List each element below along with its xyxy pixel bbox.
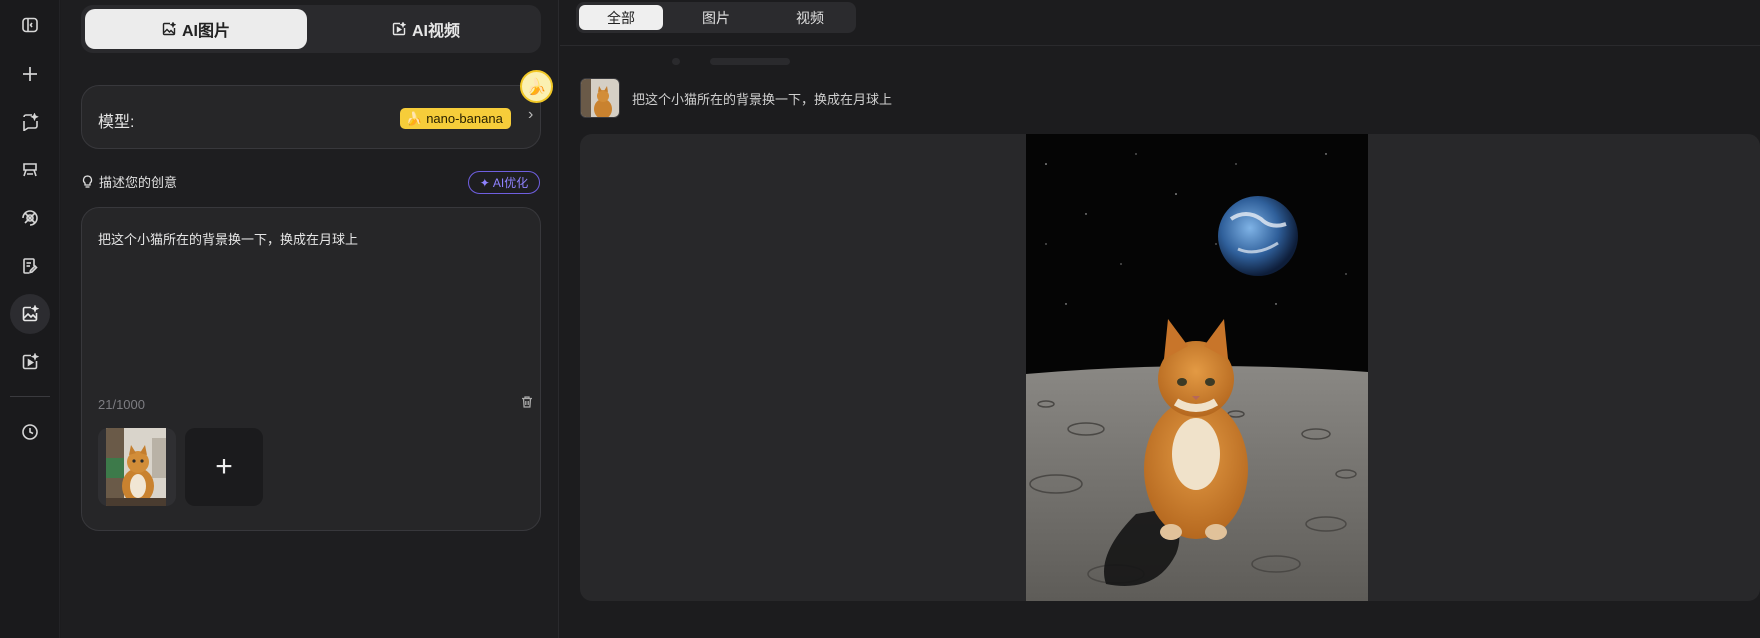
- ai-video-icon[interactable]: [10, 342, 50, 382]
- banana-mascot-icon: 🍌: [520, 70, 553, 103]
- describe-label: 描述您的创意: [81, 172, 177, 191]
- mode-ai-image-label: AI图片: [181, 23, 230, 40]
- ai-edit-icon[interactable]: [10, 246, 50, 286]
- ai-optimize-button[interactable]: ✦ AI优化: [468, 171, 540, 194]
- result-card: [580, 134, 1760, 601]
- plus-icon: +: [215, 450, 233, 483]
- ai-chat-icon[interactable]: [10, 102, 50, 142]
- mode-switch: AI图片 AI视频: [81, 5, 541, 53]
- scrolled-item-edge: [672, 58, 680, 65]
- generation-panel: AI图片 AI视频 模型: 🍌 nano-banana › 🍌 描述您的创意 ✦…: [61, 0, 559, 638]
- generated-image[interactable]: [1026, 134, 1368, 601]
- ai-writing-icon[interactable]: [10, 150, 50, 190]
- char-count: 21/1000: [98, 397, 145, 412]
- ai-optimize-label: AI优化: [492, 176, 529, 190]
- prompt-text[interactable]: 把这个小猫所在的背景换一下，换成在月球上: [98, 229, 358, 248]
- rail-divider: [10, 396, 50, 397]
- collapse-sidebar-icon[interactable]: [10, 5, 50, 45]
- main-area: 全部 图片 视频 把这个小猫所在的背景换一下，换成在月球上: [560, 0, 1760, 638]
- scrolled-item-edge: [710, 58, 790, 65]
- chevron-right-icon: ›: [528, 106, 534, 123]
- header-divider: [560, 45, 1760, 46]
- prompt-input[interactable]: 把这个小猫所在的背景换一下，换成在月球上 21/1000 +: [81, 207, 541, 531]
- history-thumbnail: [580, 78, 620, 118]
- mode-ai-video-button[interactable]: AI视频: [315, 9, 537, 49]
- mode-ai-video-label: AI视频: [411, 23, 460, 40]
- cat-photo-image: [581, 79, 619, 117]
- model-selector[interactable]: 模型: 🍌 nano-banana ›: [81, 85, 541, 149]
- model-badge: 🍌 nano-banana: [400, 108, 511, 129]
- reference-image-thumbnail[interactable]: [98, 428, 176, 506]
- tab-all[interactable]: 全部: [579, 5, 663, 30]
- filter-tabs: 全部 图片 视频: [576, 2, 856, 33]
- video-icon: [392, 22, 406, 36]
- icon-rail: [0, 0, 60, 638]
- model-name: nano-banana: [426, 111, 503, 126]
- lightbulb-icon: [82, 175, 93, 188]
- tab-images[interactable]: 图片: [674, 5, 758, 30]
- tab-videos[interactable]: 视频: [768, 5, 852, 30]
- history-prompt: 把这个小猫所在的背景换一下，换成在月球上: [632, 91, 893, 107]
- banana-icon: 🍌: [406, 110, 423, 126]
- mode-ai-image-button[interactable]: AI图片: [85, 9, 307, 49]
- cat-photo-image: [106, 428, 166, 506]
- model-label: 模型:: [98, 114, 135, 131]
- image-icon: [162, 22, 176, 36]
- add-image-button[interactable]: +: [185, 428, 263, 506]
- history-entry[interactable]: 把这个小猫所在的背景换一下，换成在月球上: [580, 78, 892, 118]
- history-icon[interactable]: [10, 412, 50, 452]
- new-chat-icon[interactable]: [10, 54, 50, 94]
- ai-image-icon[interactable]: [10, 294, 50, 334]
- trash-icon[interactable]: [520, 395, 534, 414]
- ai-agent-icon[interactable]: [10, 198, 50, 238]
- describe-label-text: 描述您的创意: [99, 175, 178, 190]
- sparkle-icon: ✦: [479, 175, 490, 190]
